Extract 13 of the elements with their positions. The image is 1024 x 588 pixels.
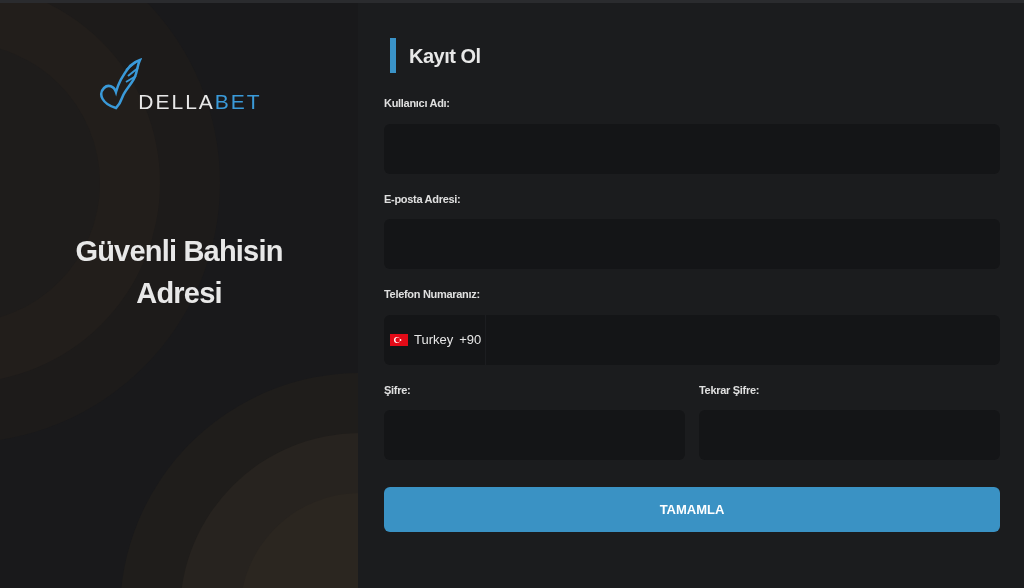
- accent-bar: [390, 38, 396, 73]
- logo-text: DELLABET: [138, 91, 262, 112]
- field-label: Kullanıcı Adı:: [384, 96, 451, 111]
- country-name: Turkey: [414, 330, 454, 349]
- turkey-flag-icon: [390, 333, 408, 346]
- field-label: Telefon Numaranız:: [384, 287, 481, 302]
- tagline: Güvenli Bahisin Adresi: [74, 234, 284, 311]
- field-label: E-posta Adresi:: [384, 191, 462, 207]
- country-selector[interactable]: Turkey +90: [384, 314, 487, 365]
- field-label: Şifre:: [384, 382, 412, 398]
- field-label: Tekrar Şifre:: [699, 382, 761, 398]
- dial-code: +90: [459, 330, 482, 349]
- form-title: Kayıt Ol: [409, 43, 481, 69]
